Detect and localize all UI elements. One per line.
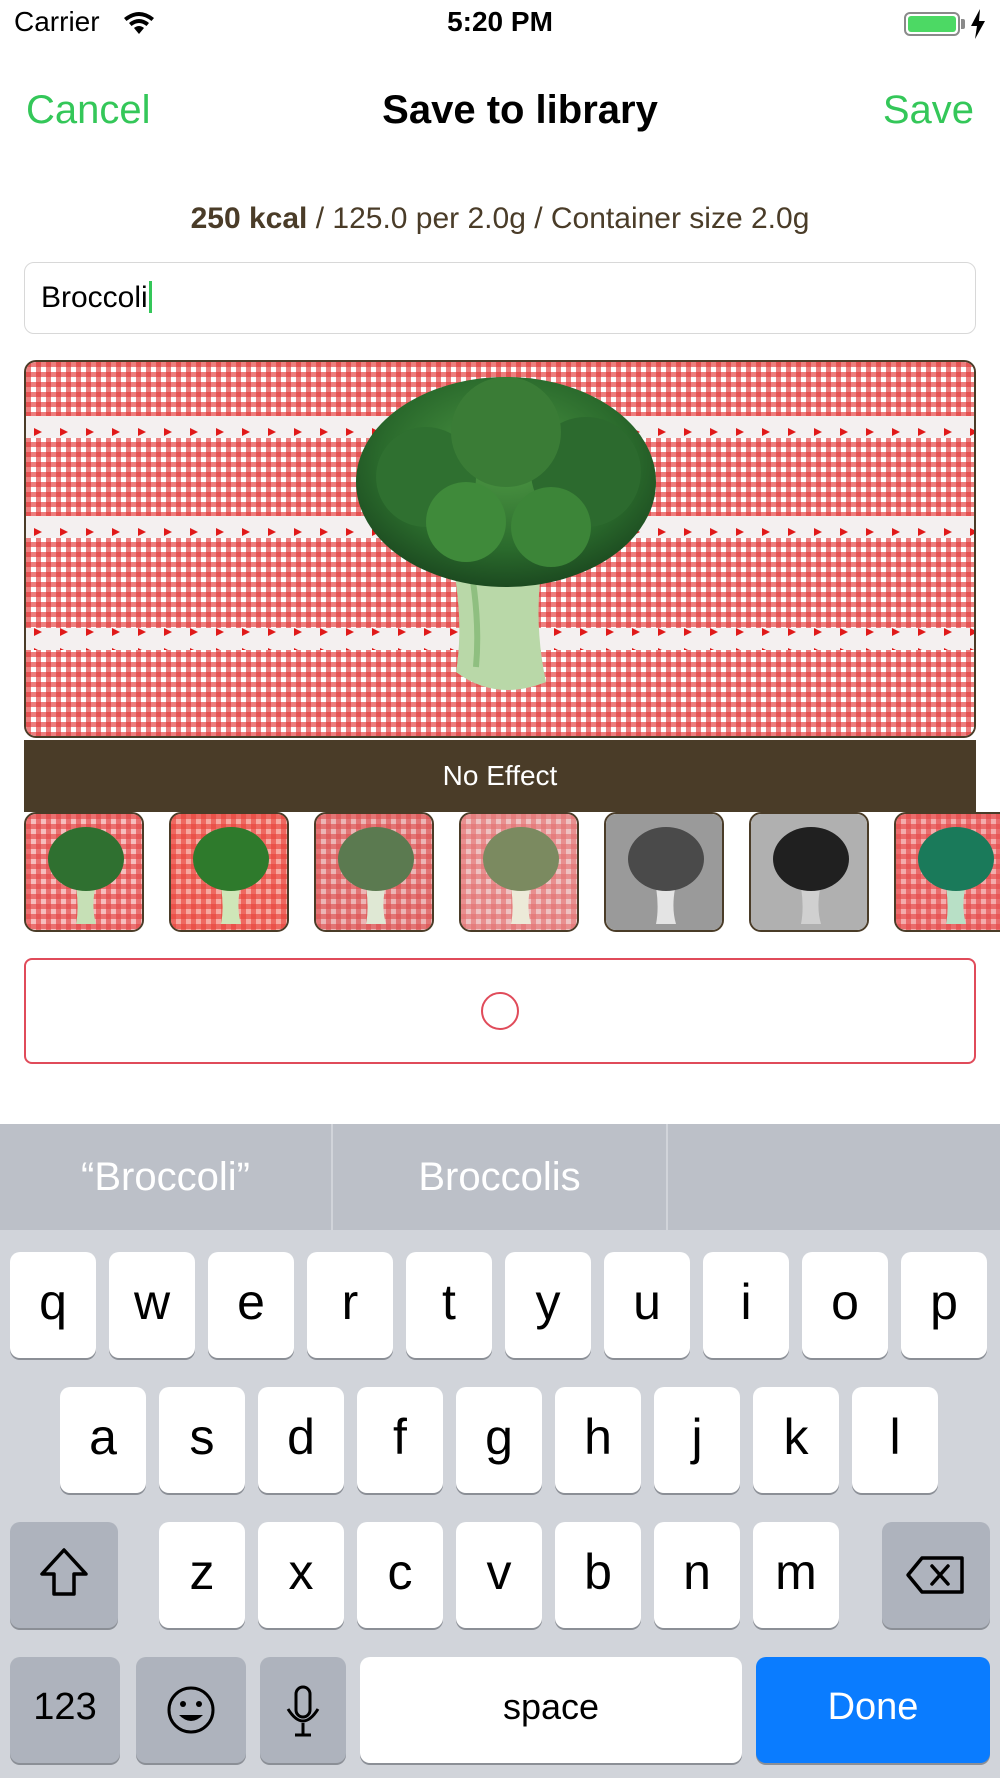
shift-icon — [40, 1548, 88, 1596]
suggestion-1[interactable]: “Broccoli” — [0, 1124, 331, 1230]
microphone-icon — [286, 1685, 320, 1737]
space-key[interactable]: space — [360, 1657, 742, 1763]
filter-thumb-noir[interactable] — [749, 812, 869, 932]
thumb-image — [896, 814, 1000, 930]
kcal-value: 250 kcal — [190, 202, 308, 235]
key-z[interactable]: z — [159, 1522, 245, 1628]
key-u[interactable]: u — [604, 1252, 690, 1358]
key-w[interactable]: w — [109, 1252, 195, 1358]
nutrition-summary: 250 kcal / 125.0 per 2.0g / Container si… — [0, 202, 1000, 236]
key-f[interactable]: f — [357, 1387, 443, 1493]
key-p[interactable]: p — [901, 1252, 987, 1358]
key-k[interactable]: k — [753, 1387, 839, 1493]
nutrition-detail: / 125.0 per 2.0g / Container size 2.0g — [307, 202, 810, 235]
key-a[interactable]: a — [60, 1387, 146, 1493]
suggestion-3[interactable] — [668, 1124, 1000, 1230]
key-e[interactable]: e — [208, 1252, 294, 1358]
charging-bolt-icon — [971, 9, 985, 39]
key-y[interactable]: y — [505, 1252, 591, 1358]
filter-thumb-mono[interactable] — [604, 812, 724, 932]
key-n[interactable]: n — [654, 1522, 740, 1628]
filter-thumb-no-effect[interactable] — [24, 812, 144, 932]
battery-icon — [904, 12, 960, 36]
backspace-icon — [906, 1556, 964, 1594]
key-t[interactable]: t — [406, 1252, 492, 1358]
thumb-image — [606, 814, 722, 930]
numbers-key[interactable]: 123 — [10, 1657, 120, 1763]
thumb-image — [751, 814, 867, 930]
food-name-value: Broccoli — [41, 281, 148, 314]
thumb-image — [171, 814, 287, 930]
dictation-key[interactable] — [260, 1657, 346, 1763]
key-j[interactable]: j — [654, 1387, 740, 1493]
food-name-field[interactable]: Broccoli — [24, 262, 976, 334]
emoji-icon — [167, 1686, 215, 1734]
backspace-key[interactable] — [882, 1522, 990, 1628]
thumb-image — [316, 814, 432, 930]
key-h[interactable]: h — [555, 1387, 641, 1493]
key-b[interactable]: b — [555, 1522, 641, 1628]
key-s[interactable]: s — [159, 1387, 245, 1493]
key-d[interactable]: d — [258, 1387, 344, 1493]
broccoli-photo-image — [26, 362, 974, 736]
add-ingredient-box[interactable] — [24, 958, 976, 1064]
emoji-key[interactable] — [136, 1657, 246, 1763]
filter-thumb-pale[interactable] — [459, 812, 579, 932]
key-m[interactable]: m — [753, 1522, 839, 1628]
key-l[interactable]: l — [852, 1387, 938, 1493]
suggestion-2[interactable]: Broccolis — [333, 1124, 666, 1230]
filter-thumb-warm[interactable] — [169, 812, 289, 932]
effect-name-bar: No Effect — [24, 740, 976, 812]
text-caret — [148, 281, 152, 313]
key-x[interactable]: x — [258, 1522, 344, 1628]
key-g[interactable]: g — [456, 1387, 542, 1493]
key-v[interactable]: v — [456, 1522, 542, 1628]
circle-icon — [481, 992, 519, 1030]
filter-thumb-cool[interactable] — [894, 812, 1000, 932]
shift-key[interactable] — [10, 1522, 118, 1628]
done-key[interactable]: Done — [756, 1657, 990, 1763]
key-r[interactable]: r — [307, 1252, 393, 1358]
key-o[interactable]: o — [802, 1252, 888, 1358]
battery-cap — [961, 19, 965, 29]
key-i[interactable]: i — [703, 1252, 789, 1358]
food-photo[interactable] — [24, 360, 976, 738]
filter-thumb-faded[interactable] — [314, 812, 434, 932]
key-c[interactable]: c — [357, 1522, 443, 1628]
save-button[interactable]: Save — [883, 88, 974, 133]
page-title: Save to library — [382, 88, 658, 132]
thumb-image — [26, 814, 142, 930]
key-q[interactable]: q — [10, 1252, 96, 1358]
status-time: 5:20 PM — [447, 6, 553, 37]
thumb-image — [461, 814, 577, 930]
